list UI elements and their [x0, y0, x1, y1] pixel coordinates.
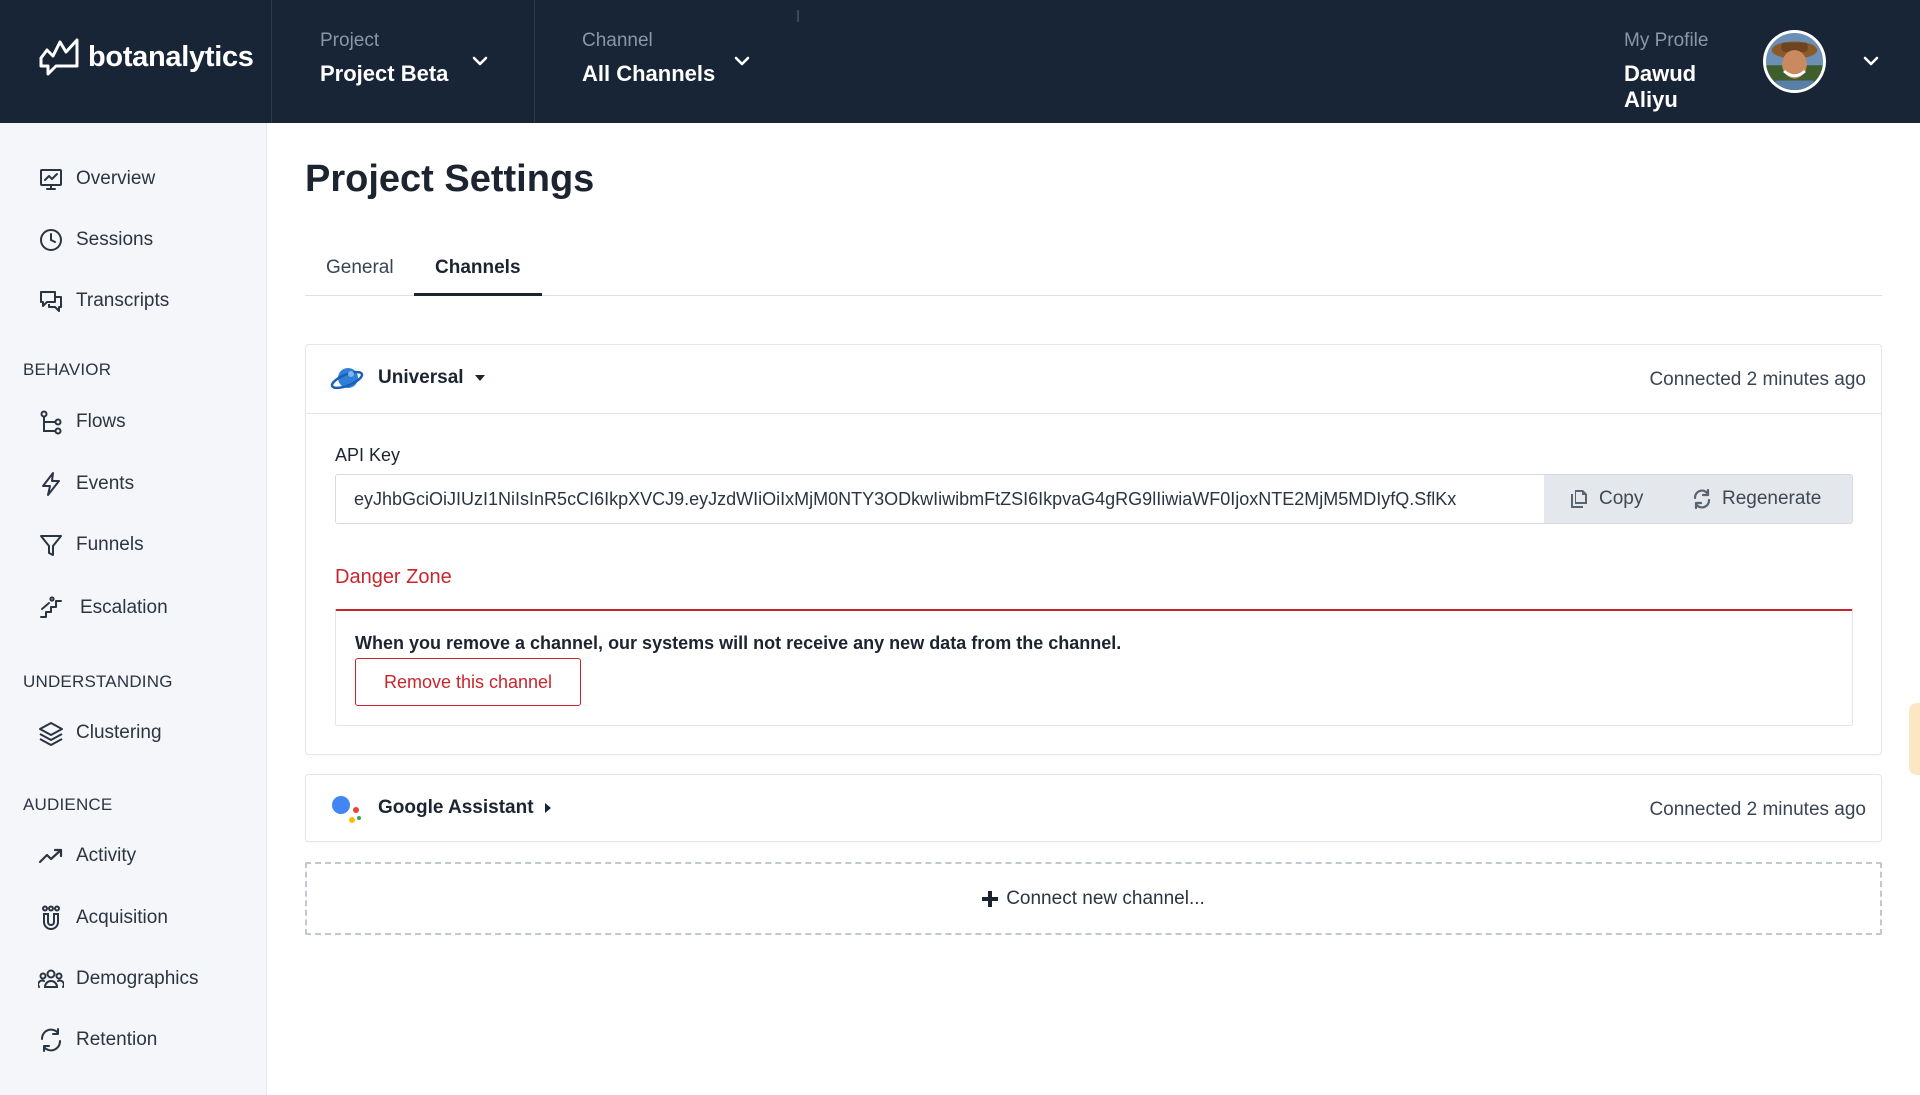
profile-name: Dawud Aliyu: [1624, 61, 1697, 112]
remove-channel-button[interactable]: Remove this channel: [355, 658, 581, 706]
channel-card-universal: Universal Connected 2 minutes ago API Ke…: [305, 344, 1882, 755]
sidebar-item-escalation[interactable]: Escalation: [38, 590, 168, 626]
lightning-icon: [42, 472, 60, 496]
google-assistant-icon: [332, 796, 361, 823]
brand-name: botanalytics: [88, 40, 254, 73]
settings-tabs: General Channels: [305, 250, 1882, 296]
project-selector[interactable]: Project Project Beta: [320, 30, 520, 94]
chat-icon: [40, 291, 62, 312]
sidebar-item-label: Sessions: [76, 229, 154, 250]
regenerate-button[interactable]: Regenerate: [1667, 475, 1852, 523]
brand-logo[interactable]: botanalytics: [38, 36, 254, 78]
channel-card-google-assistant: Google Assistant Connected 2 minutes ago: [305, 774, 1882, 842]
danger-zone-message: When you remove a channel, our systems w…: [355, 633, 1122, 653]
sidebar-item-label: Retention: [76, 1029, 158, 1050]
sidebar-item-clustering[interactable]: Clustering: [38, 715, 162, 751]
layers-icon: [39, 722, 63, 746]
sidebar-item-label: Demographics: [76, 968, 199, 989]
sidebar-item-funnels[interactable]: Funnels: [38, 527, 144, 563]
project-selector-label: Project: [320, 30, 380, 51]
sidebar-item-sessions[interactable]: Sessions: [38, 222, 153, 258]
sidebar-item-label: Escalation: [80, 597, 168, 618]
chevron-down-icon[interactable]: [1862, 55, 1880, 67]
page-title: Project Settings: [305, 158, 595, 200]
caret-right-icon: [544, 803, 551, 813]
divider: [306, 413, 1881, 414]
feedback-tab[interactable]: [1909, 703, 1920, 775]
escalation-icon: [40, 596, 62, 618]
profile-label: My Profile: [1624, 30, 1709, 51]
channel-card-header[interactable]: Universal Connected 2 minutes ago: [306, 345, 1881, 413]
sidebar-item-events[interactable]: Events: [38, 466, 134, 502]
sidebar-item-label: Events: [76, 473, 135, 494]
plus-icon: [982, 890, 999, 907]
section-title-behavior: BEHAVIOR: [23, 360, 112, 379]
danger-zone-title: Danger Zone: [335, 566, 452, 588]
profile-menu[interactable]: My Profile Dawud Aliyu: [1624, 30, 1754, 112]
connect-new-channel-label: Connect new channel...: [1006, 887, 1205, 909]
sidebar-item-label: Acquisition: [76, 907, 168, 928]
channel-status: Connected 2 minutes ago: [1649, 369, 1866, 390]
api-key-field[interactable]: [336, 475, 1544, 523]
sidebar-item-activity[interactable]: Activity: [38, 838, 136, 874]
topbar-divider: [271, 0, 272, 123]
tab-general[interactable]: General: [305, 250, 415, 296]
sidebar-item-overview[interactable]: Overview: [38, 161, 155, 197]
refresh-icon: [1693, 489, 1711, 509]
sidebar-item-label: Activity: [76, 845, 137, 866]
funnel-icon: [40, 535, 62, 556]
connect-new-channel-button[interactable]: Connect new channel...: [305, 862, 1882, 935]
channel-name: Google Assistant: [378, 797, 534, 818]
channel-name: Universal: [378, 367, 464, 388]
sidebar-item-transcripts[interactable]: Transcripts: [38, 283, 169, 319]
sidebar-item-label: Overview: [76, 168, 156, 189]
copy-label: Copy: [1599, 488, 1644, 509]
api-key-group: Copy Regenerate: [335, 474, 1853, 524]
sidebar-item-demographics[interactable]: Demographics: [38, 961, 199, 997]
tab-channels[interactable]: Channels: [414, 250, 542, 296]
caret-down-icon: [474, 375, 485, 381]
topbar-divider: [534, 0, 535, 123]
section-title-understanding: UNDERSTANDING: [23, 672, 173, 691]
copy-icon: [1571, 490, 1587, 508]
separator-mark: [797, 10, 799, 22]
sidebar-item-label: Flows: [76, 411, 126, 432]
channel-status: Connected 2 minutes ago: [1649, 799, 1866, 820]
chevron-down-icon[interactable]: [733, 55, 751, 67]
channel-name-toggle[interactable]: Universal: [378, 367, 486, 389]
chevron-down-icon[interactable]: [471, 55, 489, 67]
users-icon: [38, 969, 64, 988]
sidebar-item-label: Funnels: [76, 534, 144, 555]
project-selector-value: Project Beta: [320, 61, 449, 86]
sidebar-item-flows[interactable]: Flows: [38, 404, 126, 440]
copy-button[interactable]: Copy: [1544, 475, 1667, 523]
overview-icon: [40, 169, 62, 190]
planet-icon: [330, 368, 364, 390]
avatar-image: [1766, 33, 1823, 90]
api-key-label: API Key: [335, 445, 401, 465]
trend-icon: [38, 848, 63, 864]
magnet-icon: [42, 905, 60, 930]
sidebar-item-label: Clustering: [76, 722, 162, 743]
channel-card-header[interactable]: Google Assistant Connected 2 minutes ago: [306, 775, 1881, 843]
section-title-audience: AUDIENCE: [23, 795, 113, 814]
regenerate-label: Regenerate: [1722, 488, 1822, 509]
clock-icon: [40, 229, 62, 251]
channel-selector-value: All Channels: [582, 61, 716, 86]
sidebar-item-acquisition[interactable]: Acquisition: [38, 900, 168, 936]
sidebar-item-retention[interactable]: Retention: [38, 1022, 157, 1058]
channel-selector[interactable]: Channel All Channels: [582, 30, 782, 94]
flows-icon: [40, 410, 62, 435]
refresh-icon: [40, 1028, 62, 1052]
channel-selector-label: Channel: [582, 30, 653, 51]
sidebar: Overview Sessions Transcripts BEHAVIOR F…: [0, 123, 267, 1095]
botanalytics-logo-icon: [39, 38, 79, 76]
top-bar: botanalytics Project Project Beta Channe…: [0, 0, 1920, 123]
channel-name-toggle[interactable]: Google Assistant: [378, 797, 552, 819]
sidebar-item-label: Transcripts: [76, 290, 170, 311]
danger-zone: When you remove a channel, our systems w…: [335, 609, 1853, 726]
avatar[interactable]: [1763, 30, 1826, 93]
